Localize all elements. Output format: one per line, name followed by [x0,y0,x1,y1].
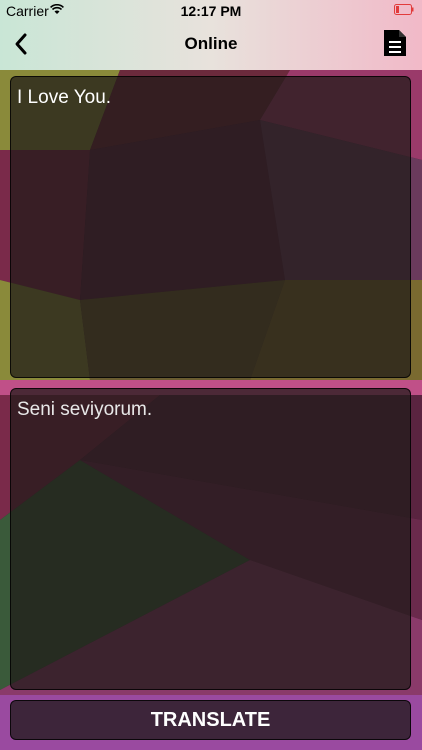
clock: 12:17 PM [180,3,242,19]
source-text: I Love You. [17,87,112,108]
translation-output: Seni seviyorum. [10,388,411,690]
translate-button[interactable]: TRANSLATE [10,700,411,740]
battery-icon [394,4,414,15]
page-title: Online [184,34,238,53]
navigation-bar: Online [0,22,422,66]
translated-text: Seni seviyorum. [17,399,153,420]
translator-screen: Carrier 12:17 PM Online I Love You. Seni… [0,0,422,750]
document-icon[interactable] [382,28,408,58]
status-bar: Carrier 12:17 PM [0,0,422,22]
source-text-input[interactable]: I Love You. [10,76,411,378]
